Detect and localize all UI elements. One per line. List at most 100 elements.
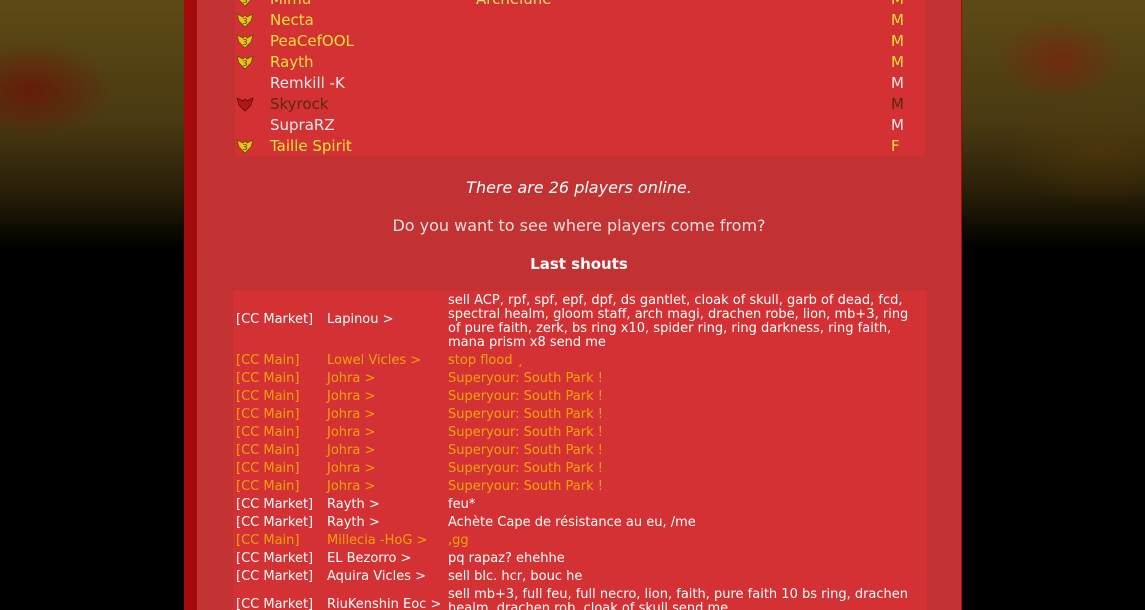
guild-emblem-icon: 3 bbox=[236, 54, 254, 70]
player-row: 3 Rayth M bbox=[235, 52, 925, 73]
shout-message: Superyour: South Park ! bbox=[448, 479, 603, 494]
shout-channel: [CC Main] bbox=[236, 371, 300, 386]
shout-user[interactable]: Johra > bbox=[327, 480, 375, 494]
svg-text:3: 3 bbox=[242, 59, 247, 68]
shout-channel: [CC Market] bbox=[236, 312, 314, 327]
shout-channel: [CC Market] bbox=[236, 597, 314, 610]
shout-channel: [CC Main] bbox=[236, 443, 300, 458]
shout-row: [CC Main] Johra > Superyour: South Park ! bbox=[233, 426, 927, 444]
shout-user[interactable]: EL Bezorro > bbox=[327, 552, 411, 566]
player-row: Skyrock M bbox=[235, 94, 925, 115]
red-guild-emblem-icon bbox=[236, 96, 254, 112]
shout-channel: [CC Market] bbox=[236, 515, 314, 530]
shout-channel: [CC Main] bbox=[236, 461, 300, 476]
shout-row: [CC Market] Rayth > feu* bbox=[233, 498, 927, 516]
svg-text:3: 3 bbox=[242, 143, 247, 152]
shout-message: pq rapaz? ehehhe bbox=[448, 551, 565, 566]
shout-user[interactable]: Johra > bbox=[327, 390, 375, 404]
player-sex: M bbox=[891, 0, 904, 10]
shout-user[interactable]: RiuKenshin Eoc > bbox=[327, 598, 441, 610]
shout-channel: [CC Market] bbox=[236, 551, 314, 566]
svg-text:3: 3 bbox=[242, 17, 247, 26]
shout-channel: [CC Market] bbox=[236, 569, 314, 584]
player-name[interactable]: Necta bbox=[270, 10, 314, 31]
svg-text:3: 3 bbox=[242, 38, 247, 47]
player-sex: M bbox=[891, 53, 904, 71]
shout-row: [CC Main] Johra > Superyour: South Park ! bbox=[233, 372, 927, 390]
player-row: 3 Taille Spirit F bbox=[235, 136, 925, 157]
player-row: 3 Mimu Archelune M bbox=[235, 0, 925, 10]
player-name[interactable]: Remkill -K bbox=[270, 73, 345, 94]
player-name[interactable]: Taille Spirit bbox=[270, 136, 352, 157]
guild-emblem-icon: 3 bbox=[236, 138, 254, 154]
player-origin-link[interactable]: Do you want to see where players come fr… bbox=[197, 216, 961, 235]
shout-row: [CC Market] Lapinou > sell ACP, rpf, spf, … bbox=[233, 294, 927, 352]
player-sex: F bbox=[891, 137, 900, 155]
shout-channel: [CC Main] bbox=[236, 407, 300, 422]
player-sex: M bbox=[891, 11, 904, 29]
shout-user[interactable]: Lapinou > bbox=[327, 313, 394, 327]
shout-channel: [CC Main] bbox=[236, 425, 300, 440]
last-shouts-table: [CC Market] Lapinou > sell ACP, rpf, spf, … bbox=[233, 291, 927, 610]
shout-row: [CC Main] Johra > Superyour: South Park ! bbox=[233, 390, 927, 408]
shout-user[interactable]: Millecia -HoG > bbox=[327, 534, 427, 548]
last-shouts-heading: Last shouts bbox=[530, 255, 628, 273]
shout-message: Superyour: South Park ! bbox=[448, 407, 603, 422]
shout-user[interactable]: Johra > bbox=[327, 372, 375, 386]
guild-emblem-icon: 3 bbox=[236, 33, 254, 49]
shout-user[interactable]: Johra > bbox=[327, 462, 375, 476]
shout-message: stop flood ¸ bbox=[448, 353, 524, 368]
shout-message: ,gg bbox=[448, 533, 469, 548]
player-name[interactable]: PeaCefOOL bbox=[270, 31, 354, 52]
shout-message: sell mb+3, full feu, full necro, lion, f… bbox=[448, 587, 909, 610]
shout-channel: [CC Main] bbox=[236, 533, 300, 548]
player-sex: M bbox=[891, 95, 904, 113]
shout-message: Superyour: South Park ! bbox=[448, 389, 603, 404]
player-row: Remkill -K M bbox=[235, 73, 925, 94]
player-sex: M bbox=[891, 74, 904, 92]
shout-row: [CC Market] Rayth > Achète Cape de résista… bbox=[233, 516, 927, 534]
svg-text:3: 3 bbox=[242, 0, 247, 5]
player-name[interactable]: Mimu bbox=[270, 0, 311, 10]
player-name[interactable]: Rayth bbox=[270, 52, 314, 73]
shout-row: [CC Main] Johra > Superyour: South Park ! bbox=[233, 480, 927, 498]
player-name[interactable]: SupraRZ bbox=[270, 115, 335, 136]
shout-channel: [CC Main] bbox=[236, 479, 300, 494]
shout-message: Superyour: South Park ! bbox=[448, 461, 603, 476]
shout-row: [CC Main] Johra > Superyour: South Park ! bbox=[233, 408, 927, 426]
shout-message: Superyour: South Park ! bbox=[448, 371, 603, 386]
shout-user[interactable]: Lowel Vicles > bbox=[327, 354, 421, 368]
shout-user[interactable]: Aquira Vicles > bbox=[327, 570, 426, 584]
shout-message: Achète Cape de résistance au eu, /me bbox=[448, 515, 696, 530]
shout-row: [CC Main] Millecia -HoG > ,gg bbox=[233, 534, 927, 552]
shout-user[interactable]: Johra > bbox=[327, 408, 375, 422]
shout-message: feu* bbox=[448, 497, 476, 512]
player-sex: M bbox=[891, 32, 904, 50]
shout-channel: [CC Market] bbox=[236, 497, 314, 512]
player-name[interactable]: Skyrock bbox=[270, 94, 329, 115]
player-row: 3 Necta M bbox=[235, 10, 925, 31]
player-row: 3 PeaCefOOL M bbox=[235, 31, 925, 52]
shout-user[interactable]: Rayth > bbox=[327, 498, 380, 512]
shout-row: [CC Market] RiuKenshin Eoc > sell mb+3, fu… bbox=[233, 588, 927, 610]
shout-row: [CC Market] Aquira Vicles > sell blc. hcr,… bbox=[233, 570, 927, 588]
shout-channel: [CC Main] bbox=[236, 353, 300, 368]
online-players-table: 3 Mimu Archelune M 3 Necta M 3 PeaCefOOL M 3 Rayth M… bbox=[235, 0, 925, 156]
shout-message: Superyour: South Park ! bbox=[448, 443, 603, 458]
player-guild: Archelune bbox=[476, 0, 552, 10]
shout-row: [CC Main] Johra > Superyour: South Park ! bbox=[233, 462, 927, 480]
players-online-count: There are 26 players online. bbox=[466, 178, 692, 197]
player-sex: M bbox=[891, 116, 904, 134]
shout-message: Superyour: South Park ! bbox=[448, 425, 603, 440]
shout-user[interactable]: Johra > bbox=[327, 426, 375, 440]
guild-emblem-icon: 3 bbox=[236, 12, 254, 28]
shout-row: [CC Main] Lowel Vicles > stop flood ¸ bbox=[233, 354, 927, 372]
shout-row: [CC Main] Johra > Superyour: South Park ! bbox=[233, 444, 927, 462]
shout-user[interactable]: Johra > bbox=[327, 444, 375, 458]
shout-row: [CC Market] EL Bezorro > pq rapaz? ehehhe bbox=[233, 552, 927, 570]
shout-message: sell blc. hcr, bouc he bbox=[448, 569, 583, 584]
shout-user[interactable]: Rayth > bbox=[327, 516, 380, 530]
shout-channel: [CC Main] bbox=[236, 389, 300, 404]
player-row: SupraRZ M bbox=[235, 115, 925, 136]
shout-message: sell ACP, rpf, spf, epf, dpf, ds gantlet… bbox=[448, 293, 909, 350]
